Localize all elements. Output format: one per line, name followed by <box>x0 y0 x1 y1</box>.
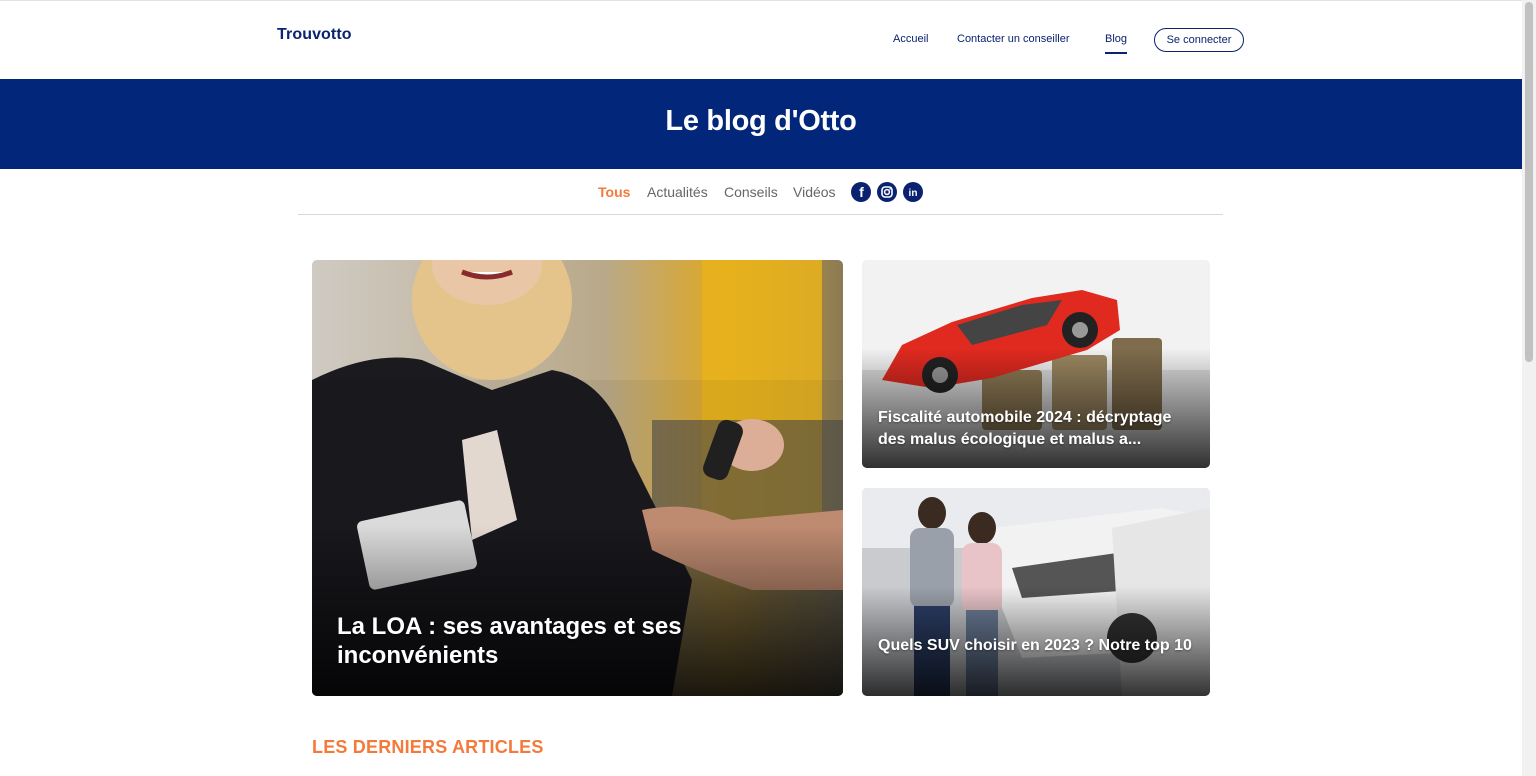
site-header: Trouvotto Accueil Contacter un conseille… <box>0 1 1522 79</box>
article-title-suv[interactable]: Quels SUV choisir en 2023 ? Notre top 10 <box>878 635 1200 657</box>
svg-text:f: f <box>859 184 864 200</box>
instagram-icon[interactable] <box>877 182 897 202</box>
filter-divider <box>298 214 1223 215</box>
page-title: Le blog d'Otto <box>665 105 857 137</box>
tab-actualites[interactable]: Actualités <box>647 184 708 200</box>
featured-shade <box>312 526 843 696</box>
nav-accueil[interactable]: Accueil <box>893 33 928 45</box>
article-card-fiscalite[interactable]: Fiscalité automobile 2024 : décryptage d… <box>862 260 1210 468</box>
page-scrollbar[interactable] <box>1522 0 1536 776</box>
tab-videos[interactable]: Vidéos <box>793 184 836 200</box>
scrollbar-thumb[interactable] <box>1525 2 1533 362</box>
featured-article-card[interactable]: La LOA : ses avantages et ses inconvénie… <box>312 260 843 696</box>
latest-articles-heading: LES DERNIERS ARTICLES <box>312 737 544 757</box>
nav-blog[interactable]: Blog <box>1105 33 1128 54</box>
login-button[interactable]: Se connecter <box>1154 28 1244 52</box>
site-logo[interactable]: Trouvotto <box>277 26 352 44</box>
tab-conseils[interactable]: Conseils <box>724 184 778 200</box>
featured-article-title[interactable]: La LOA : ses avantages et ses inconvénie… <box>337 612 777 670</box>
svg-text:in: in <box>909 188 918 199</box>
nav-contacter-conseiller[interactable]: Contacter un conseiller <box>957 33 1070 45</box>
tab-tous[interactable]: Tous <box>598 184 630 200</box>
blog-banner: Le blog d'Otto <box>0 79 1522 169</box>
article-title-fiscalite[interactable]: Fiscalité automobile 2024 : décryptage d… <box>878 407 1200 451</box>
facebook-icon[interactable]: f <box>851 182 871 202</box>
article-card-suv[interactable]: Quels SUV choisir en 2023 ? Notre top 10 <box>862 488 1210 696</box>
linkedin-icon[interactable]: in <box>903 182 923 202</box>
